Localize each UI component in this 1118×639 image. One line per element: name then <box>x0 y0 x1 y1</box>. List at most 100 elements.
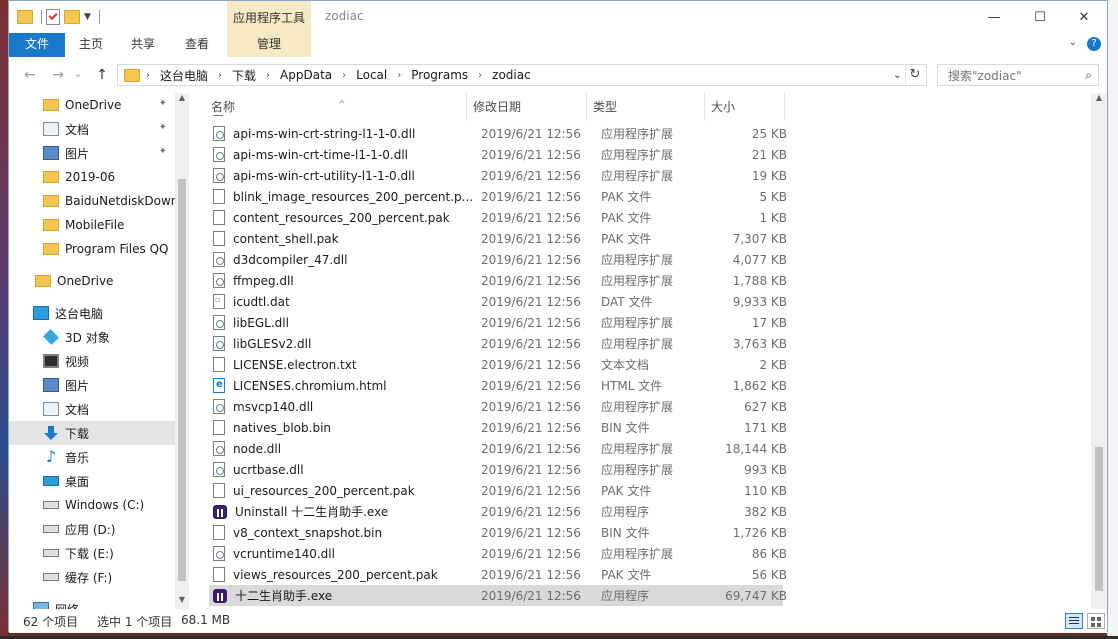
sidebar-item-drive-e[interactable]: 下载 (E:) <box>9 541 175 565</box>
breadcrumb-this-pc[interactable]: 这台电脑 <box>160 67 208 84</box>
pin-icon[interactable]: ✦ <box>159 98 167 109</box>
scroll-up-arrow-icon[interactable]: ▲ <box>1091 93 1107 107</box>
sidebar-item-pictures-quick[interactable]: 图片 ✦ <box>9 141 175 165</box>
sidebar-item-3d-objects[interactable]: 3D 对象 <box>9 325 175 349</box>
up-button[interactable]: ↑ <box>91 65 113 85</box>
file-name: api-ms-win-crt-utility-l1-1-0.dll <box>233 168 415 183</box>
table-row[interactable]: LICENSES.chromium.html 2019/6/21 12:56 HTM… <box>209 375 787 396</box>
tab-home[interactable]: 主页 <box>67 33 115 57</box>
large-icons-view-button[interactable] <box>1087 613 1105 629</box>
tab-manage[interactable]: 管理 <box>227 33 311 57</box>
address-bar[interactable]: › 这台电脑 › 下载 › AppData › Local › Programs… <box>117 64 927 86</box>
table-row[interactable]: msvcp140.dll 2019/6/21 12:56 应用程序扩展 627 KB <box>209 396 787 417</box>
table-row[interactable]: views_resources_200_percent.pak 2019/6/21… <box>209 564 787 585</box>
sidebar-item-drive-d[interactable]: 应用 (D:) <box>9 517 175 541</box>
column-header-type[interactable]: 类型 <box>587 93 705 121</box>
table-row[interactable]: d3dcompiler_47.dll 2019/6/21 12:56 应用程序扩展 4… <box>209 249 787 270</box>
new-folder-icon[interactable] <box>64 10 80 24</box>
table-row[interactable]: api-ms-win-crt-string-l1-1-0.dll 2019/6/2… <box>209 123 787 144</box>
sidebar-item-documents-quick[interactable]: 文档 ✦ <box>9 117 175 141</box>
sidebar-item-this-pc[interactable]: 这台电脑 <box>9 301 175 325</box>
address-dropdown-icon[interactable]: ⌄ <box>893 68 902 81</box>
table-row[interactable]: libGLESv2.dll 2019/6/21 12:56 应用程序扩展 3,763 … <box>209 333 787 354</box>
sidebar-item-2019-06[interactable]: 2019-06 <box>9 165 175 189</box>
sidebar-item-drive-f[interactable]: 缓存 (F:) <box>9 565 175 589</box>
table-row[interactable]: node.dll 2019/6/21 12:56 应用程序扩展 18,144 KB <box>209 438 787 459</box>
breadcrumb-zodiac[interactable]: zodiac <box>492 68 531 82</box>
sidebar-item-program-files-qq[interactable]: Program Files QQ <box>9 237 175 261</box>
minimize-button[interactable]: — <box>971 1 1017 33</box>
chevron-right-icon[interactable]: › <box>218 70 222 81</box>
pin-icon[interactable]: ✦ <box>159 146 167 157</box>
table-row[interactable]: 十二生肖助手.exe 2019/6/21 12:56 应用程序 69,747 KB <box>209 585 787 606</box>
sidebar-item-onedrive-quick[interactable]: OneDrive ✦ <box>9 93 175 117</box>
help-icon[interactable]: ? <box>1087 37 1101 51</box>
table-row[interactable]: LICENSE.electron.txt 2019/6/21 12:56 文本文档 2… <box>209 354 787 375</box>
table-row[interactable]: ucrtbase.dll 2019/6/21 12:56 应用程序扩展 993 KB <box>209 459 787 480</box>
breadcrumb-appdata[interactable]: AppData <box>280 68 332 82</box>
sidebar-item-onedrive[interactable]: OneDrive <box>9 269 175 293</box>
file-name: d3dcompiler_47.dll <box>233 252 348 267</box>
folder-icon[interactable] <box>17 10 33 24</box>
sidebar-item-music[interactable]: ♪ 音乐 <box>9 445 175 469</box>
table-row[interactable]: api-ms-win-crt-time-l1-1-0.dll 2019/6/21 … <box>209 144 787 165</box>
expand-ribbon-icon[interactable]: ⌄ <box>1069 37 1077 48</box>
customize-toolbar-dropdown-icon[interactable]: ▼ <box>84 12 91 22</box>
pin-icon[interactable]: ✦ <box>159 122 167 133</box>
table-row[interactable]: libEGL.dll 2019/6/21 12:56 应用程序扩展 17 KB <box>209 312 787 333</box>
search-box[interactable]: ⌕ <box>937 64 1099 86</box>
table-row[interactable]: content_shell.pak 2019/6/21 12:56 PAK 文件 7,… <box>209 228 787 249</box>
tab-view[interactable]: 查看 <box>171 33 223 57</box>
search-input[interactable] <box>946 66 1080 86</box>
scroll-down-arrow-icon[interactable]: ▼ <box>175 595 189 609</box>
table-row[interactable]: blink_image_resources_200_percent.p... 20… <box>209 186 787 207</box>
scroll-up-arrow-icon[interactable]: ▲ <box>175 93 189 107</box>
chevron-right-icon[interactable]: › <box>266 70 270 81</box>
back-button[interactable]: ← <box>19 65 41 85</box>
file-size: 1 KB <box>759 210 787 225</box>
table-row[interactable]: natives_blob.bin 2019/6/21 12:56 BIN 文件 171… <box>209 417 787 438</box>
breadcrumb-programs[interactable]: Programs <box>411 68 468 82</box>
sidebar-item-pictures[interactable]: 图片 <box>9 373 175 397</box>
table-row[interactable]: ffmpeg.dll 2019/6/21 12:56 应用程序扩展 1,788 KB <box>209 270 787 291</box>
chevron-right-icon[interactable]: › <box>342 70 346 81</box>
chevron-right-icon[interactable]: › <box>478 70 482 81</box>
table-row[interactable]: api-ms-win-crt-utility-l1-1-0.dll 2019/6/… <box>209 165 787 186</box>
table-row[interactable]: icudtl.dat 2019/6/21 12:56 DAT 文件 9,933 KB <box>209 291 787 312</box>
sidebar-item-downloads[interactable]: 下载 <box>9 421 175 445</box>
chevron-right-icon[interactable]: › <box>146 70 150 81</box>
breadcrumb-local[interactable]: Local <box>356 68 387 82</box>
details-view-button[interactable] <box>1065 613 1083 629</box>
navigation-scrollbar[interactable]: ▲ ▼ <box>175 93 189 609</box>
tab-file[interactable]: 文件 <box>9 33 65 57</box>
table-row[interactable]: v8_context_snapshot.bin 2019/6/21 12:56 BI… <box>209 522 787 543</box>
sidebar-item-desktop[interactable]: 桌面 <box>9 469 175 493</box>
tab-share[interactable]: 共享 <box>119 33 167 57</box>
chevron-right-icon[interactable]: › <box>397 70 401 81</box>
column-header-date[interactable]: 修改日期 <box>467 93 587 121</box>
sidebar-item-baidunetdiskdown[interactable]: BaiduNetdiskDown <box>9 189 178 213</box>
status-bar: 62 个项目 选中 1 个项目 68.1 MB <box>9 609 1107 633</box>
forward-button[interactable]: → <box>47 65 69 85</box>
recent-locations-dropdown[interactable]: ⌄ <box>71 65 85 85</box>
properties-icon[interactable] <box>46 9 60 25</box>
close-button[interactable]: ✕ <box>1061 1 1107 33</box>
refresh-button[interactable]: ↻ <box>905 66 924 84</box>
sidebar-item-mobilefile[interactable]: MobileFile <box>9 213 175 237</box>
table-row[interactable]: ui_resources_200_percent.pak 2019/6/21 12… <box>209 480 787 501</box>
column-header-name[interactable]: 名称 ^ <box>205 93 467 121</box>
table-row[interactable]: Uninstall 十二生肖助手.exe 2019/6/21 12:56 应用程序 3… <box>209 501 787 522</box>
table-row[interactable]: vcruntime140.dll 2019/6/21 12:56 应用程序扩展 86 … <box>209 543 787 564</box>
sidebar-item-videos[interactable]: 视频 <box>9 349 175 373</box>
scrollbar-thumb[interactable] <box>1095 447 1103 591</box>
maximize-button[interactable]: ☐ <box>1017 1 1063 33</box>
sidebar-item-documents[interactable]: 文档 <box>9 397 175 421</box>
table-row[interactable]: content_resources_200_percent.pak 2019/6/… <box>209 207 787 228</box>
column-header-size[interactable]: 大小 <box>705 93 785 121</box>
scrollbar-thumb[interactable] <box>178 179 186 581</box>
file-list-scrollbar[interactable]: ▲ <box>1091 93 1107 609</box>
sidebar-item-drive-c[interactable]: Windows (C:) <box>9 493 175 517</box>
search-icon[interactable]: ⌕ <box>1085 68 1092 83</box>
sidebar-item-network[interactable]: 网络 <box>9 597 175 609</box>
breadcrumb-downloads[interactable]: 下载 <box>232 67 256 84</box>
